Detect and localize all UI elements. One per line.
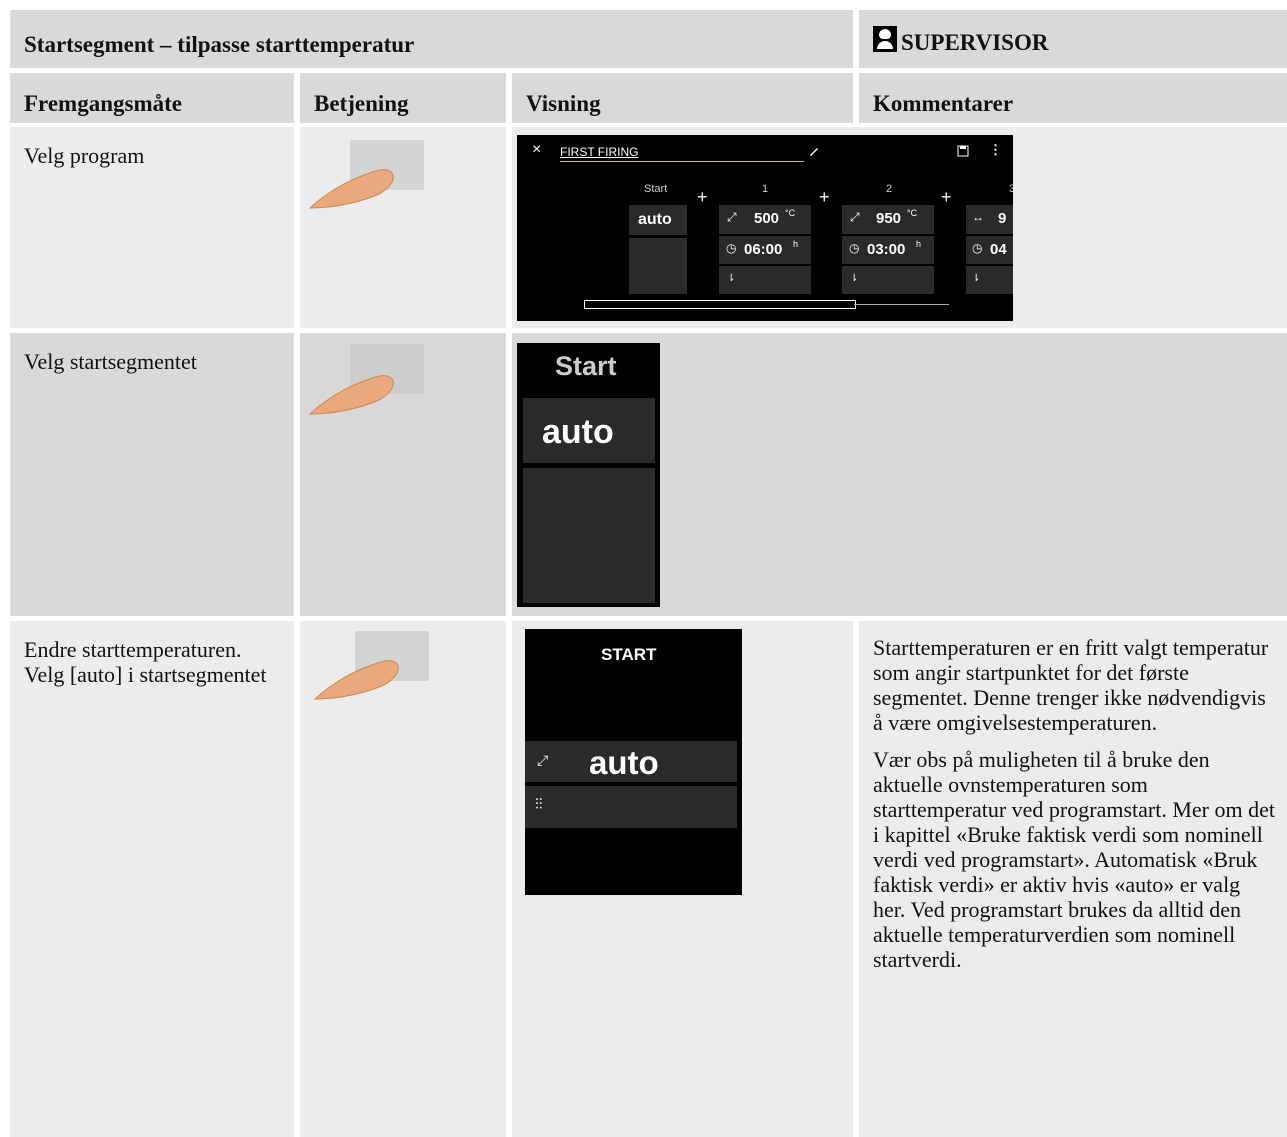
clock-icon: ◷ [972,241,983,255]
segment-event-box[interactable]: ⇂ [842,266,934,294]
segment-event-box[interactable]: ⇂ [966,266,1013,294]
clock-icon: ◷ [726,241,737,255]
role-header: SUPERVISOR [859,10,1287,68]
ramp-icon: ⤢ [537,752,549,768]
name-underline [560,161,804,162]
user-icon [873,26,897,52]
segment-temp: 950 [876,210,902,227]
comment-paragraph-2: Vær obs på muligheten til å bruke den ak… [873,747,1275,972]
program-name[interactable]: FIRST FIRING [560,145,638,159]
col-header-operation: Betjening [300,73,506,123]
start-temp-value: auto [589,744,659,781]
event-icon: ⇂ [972,273,981,284]
operation-cell [300,333,506,616]
hold-icon: ↔ [972,210,984,224]
segment-time-box[interactable]: ◷ 04 [966,236,1013,264]
scrollbar-thumb[interactable] [584,300,856,309]
settings-row[interactable]: ⫶⫶ [525,786,737,828]
comment-cell: Starttemperaturen er en fritt valgt temp… [859,621,1287,1137]
temp-unit: °C [785,208,796,218]
add-segment-button[interactable]: + [819,187,830,208]
edit-pencil-icon[interactable] [808,145,820,157]
start-value: auto [542,413,614,451]
event-icon: ⇂ [850,273,859,284]
operation-cell [300,127,506,328]
save-icon[interactable] [957,145,969,157]
segment-number: 2 [886,183,893,195]
segment-temp: 500 [754,210,780,227]
add-segment-button[interactable]: + [941,187,952,208]
col-header-procedure: Fremgangsmåte [10,73,294,123]
col-header-display: Visning [512,73,853,123]
role-label: SUPERVISOR [901,30,1049,55]
segment-time-box[interactable]: ◷ 03:00 h [842,236,934,264]
segment-time: 06:00 [744,241,783,258]
start-value-box[interactable]: auto [629,205,687,235]
ramp-icon: ⤢ [727,210,737,224]
clock-icon: ◷ [849,241,860,255]
segment-temp-box[interactable]: ⤢ 500 °C [719,205,811,234]
sliders-icon: ⫶⫶ [535,796,543,813]
event-icon: ⇂ [727,273,736,284]
section-title: Startsegment – tilpasse starttemperatur [10,10,853,68]
operation-cell [300,621,506,1137]
start-title: START [601,645,657,664]
finger-touch-icon [308,140,424,209]
ramp-icon: ⤢ [850,210,860,224]
temp-unit: °C [907,208,918,218]
finger-touch-icon [313,631,429,700]
finger-touch-icon [308,344,424,415]
col-header-comments: Kommentarer [859,73,1287,123]
time-unit: h [793,239,799,249]
start-empty-box[interactable] [629,238,687,294]
start-temp-row[interactable]: ⤢ auto [525,741,737,782]
segment-temp: 9 [998,210,1007,227]
segment-number: 1 [762,183,769,195]
start-empty-box[interactable] [523,468,655,603]
start-value: auto [638,211,672,228]
segment-temp-box[interactable]: ↔ 9 [966,205,1013,234]
start-temperature-screen: START ⤢ auto ⫶⫶ [525,629,742,895]
start-label: Start [644,183,668,195]
step-change-start-temperature: Endre starttemperaturen. Velg [auto] i s… [10,621,294,1137]
start-label: Start [555,351,617,381]
segment-number: 3 [1009,183,1013,195]
comment-paragraph-1: Starttemperaturen er en fritt valgt temp… [873,635,1269,735]
segment-time-box[interactable]: ◷ 06:00 h [719,236,811,264]
segment-event-box[interactable]: ⇂ [719,266,811,294]
start-value-box[interactable]: auto [523,398,655,463]
time-unit: h [916,239,922,249]
step-select-program: Velg program [10,127,294,328]
scrollbar-track[interactable] [854,304,949,305]
segment-time: 03:00 [867,241,906,258]
menu-icon[interactable]: ⋮ [989,142,1002,158]
step-select-start-segment: Velg startsegmentet [10,333,294,616]
start-segment-screen: Start auto [517,343,660,607]
segment-temp-box[interactable]: ⤢ 950 °C [842,205,934,234]
segment-time: 04 [990,241,1007,258]
close-icon[interactable]: × [532,141,541,159]
add-segment-button[interactable]: + [697,187,708,208]
program-screen: × FIRST FIRING ⋮ Start auto + + + 1 ⤢ 50… [517,135,1013,321]
